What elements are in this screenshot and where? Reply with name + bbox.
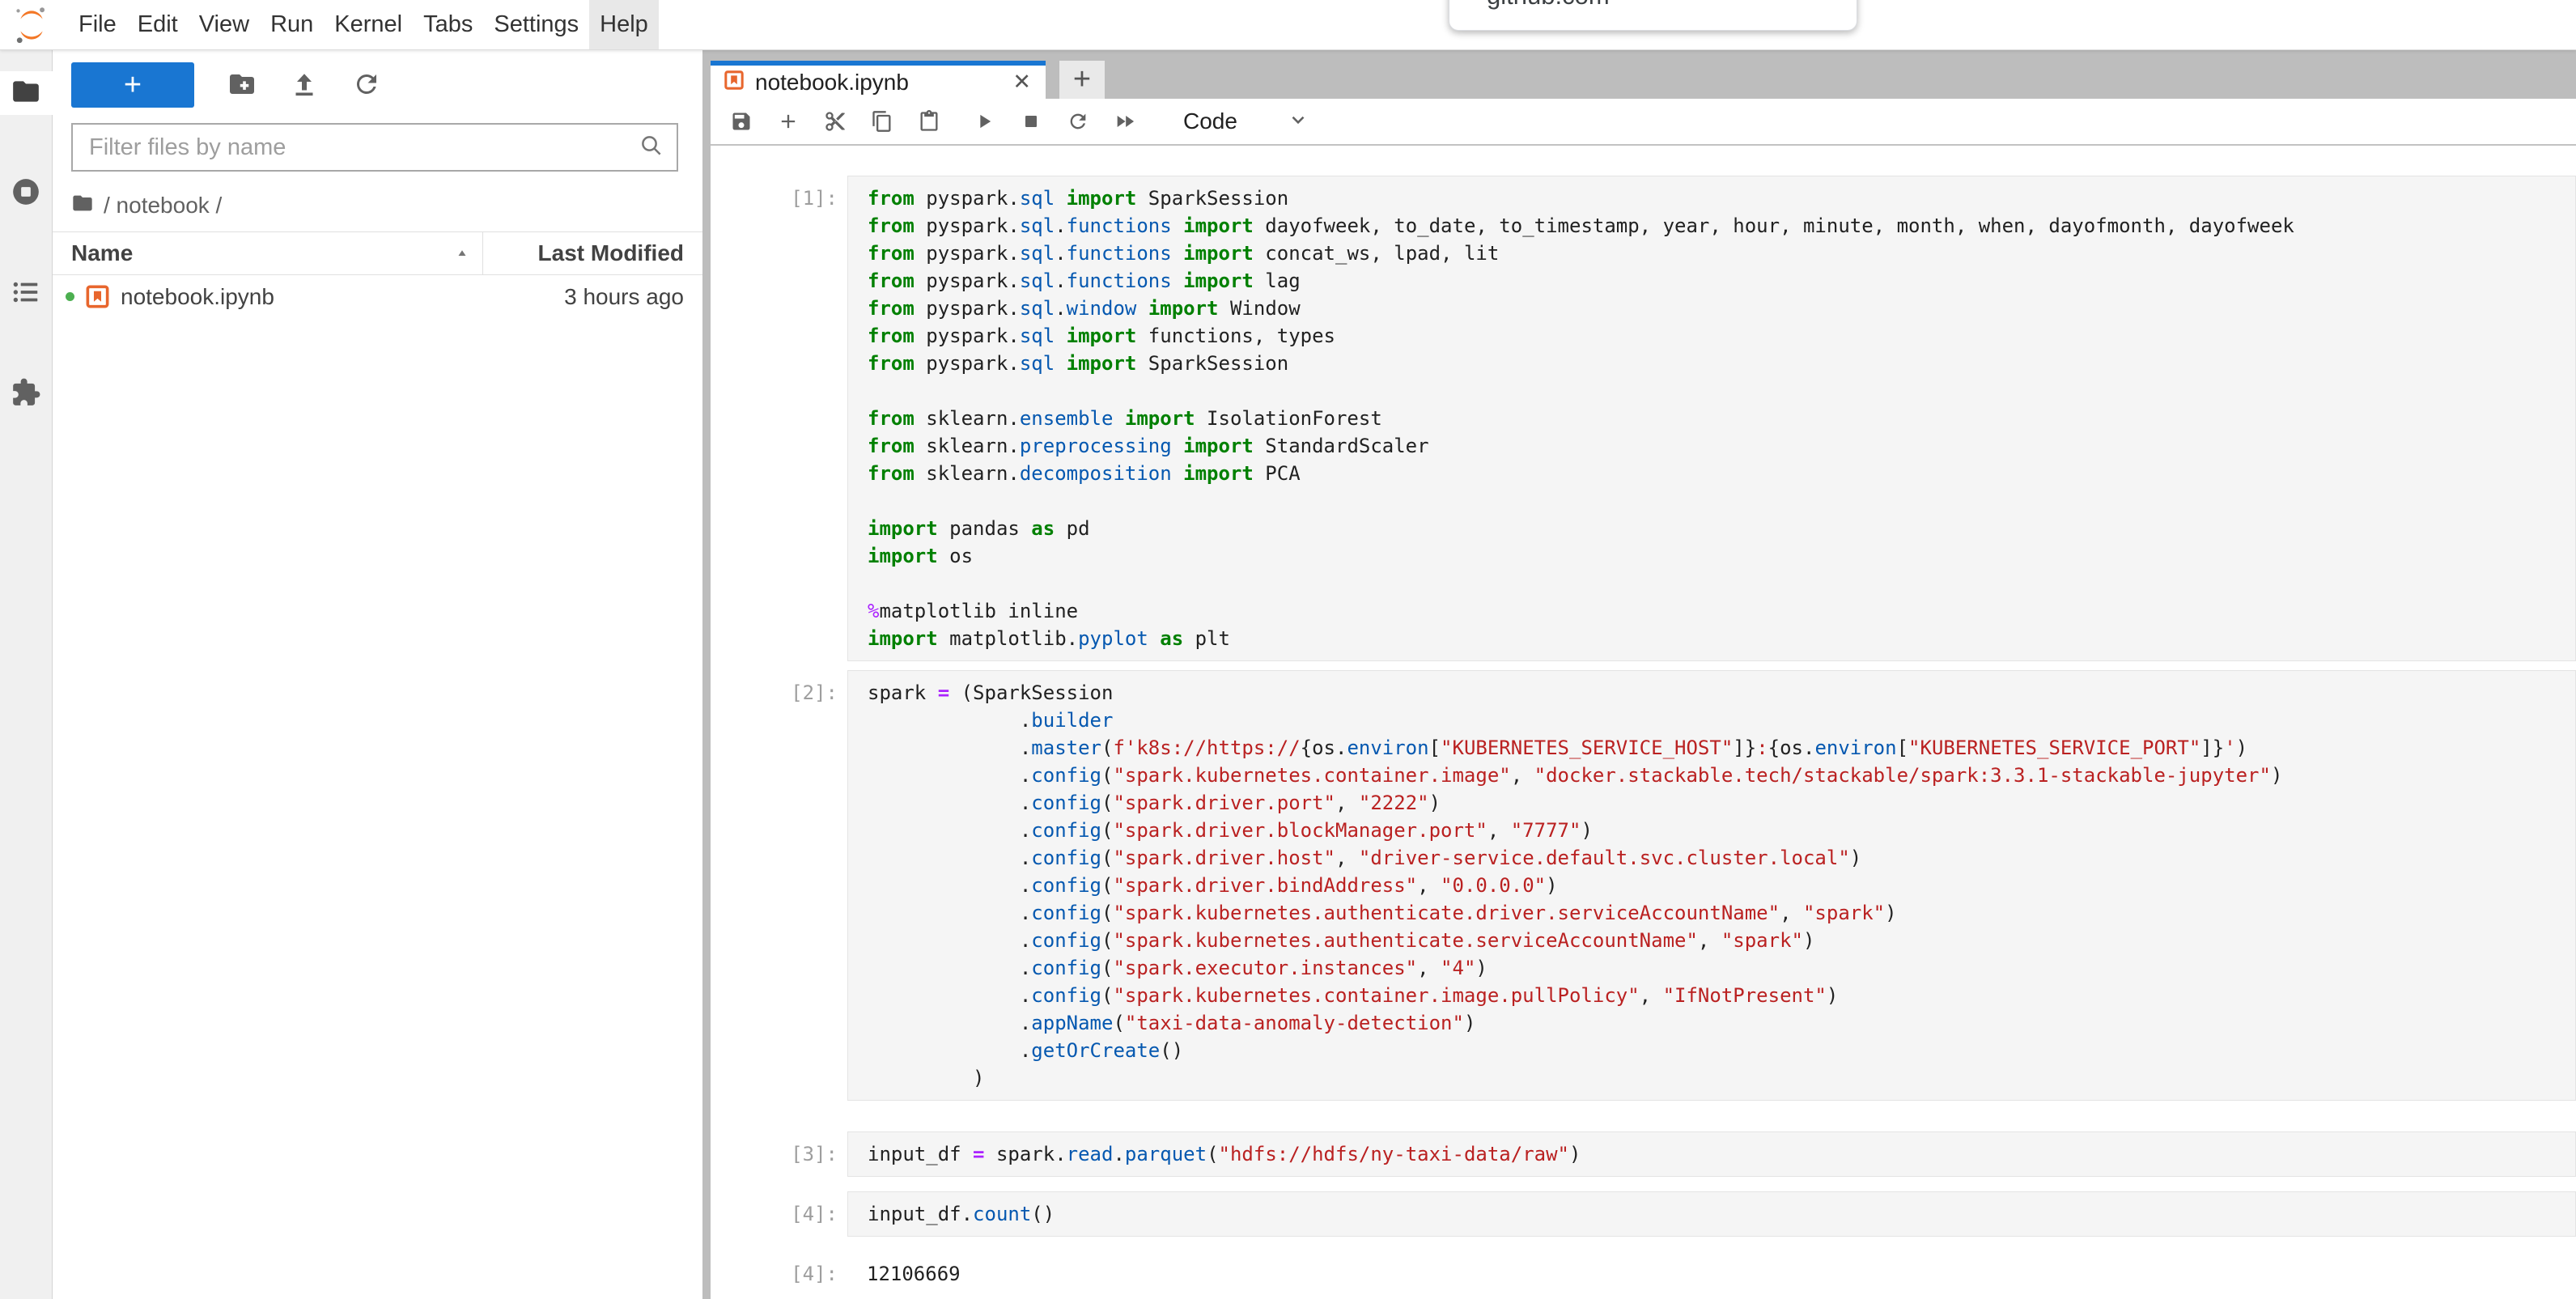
add-cell-button[interactable]: [777, 110, 800, 133]
sidebar-tab-file-browser[interactable]: [0, 71, 53, 115]
cut-cells-button[interactable]: [824, 110, 847, 133]
file-browser-panel: + Filter files by name / notebook /: [53, 50, 702, 1299]
menu-settings[interactable]: Settings: [483, 0, 589, 49]
chevron-down-icon: [1288, 109, 1309, 134]
run-all-button[interactable]: [1114, 110, 1136, 133]
left-activity-bar: [0, 50, 53, 1299]
upload-button[interactable]: [290, 69, 319, 101]
cell-output-text: 12106669: [847, 1251, 2576, 1288]
menu-file[interactable]: File: [68, 0, 127, 49]
restart-icon: [1067, 110, 1089, 133]
cell-prompt: [2]:: [711, 670, 847, 1101]
browser-popup: github.com: [1449, 0, 1857, 31]
file-last-modified: 3 hours ago: [564, 284, 684, 310]
restart-kernel-button[interactable]: [1067, 110, 1089, 133]
stop-circle-icon: [11, 176, 41, 211]
panel-resize-handle[interactable]: [702, 50, 711, 1299]
clipboard-icon: [918, 110, 940, 133]
save-button[interactable]: [730, 110, 753, 133]
scissors-icon: [824, 110, 847, 133]
jupyterlab-app: File Edit View Run Kernel Tabs Settings …: [0, 0, 2576, 1299]
toc-icon: [11, 277, 41, 312]
menu-items: File Edit View Run Kernel Tabs Settings …: [68, 0, 659, 49]
file-row-notebook[interactable]: notebook.ipynb 3 hours ago: [53, 275, 702, 318]
jupyter-logo-icon: [11, 5, 52, 45]
dock-panel: notebook.ipynb ✕ + Code: [711, 50, 2576, 1299]
dock-tab-bar: notebook.ipynb ✕ +: [711, 50, 2576, 99]
breadcrumb-path: / notebook /: [104, 193, 222, 219]
column-header-last-modified[interactable]: Last Modified: [483, 232, 702, 274]
notebook-icon: [85, 284, 110, 309]
main-shell: + Filter files by name / notebook /: [0, 50, 2576, 1299]
menu-tabs[interactable]: Tabs: [413, 0, 483, 49]
menu-run[interactable]: Run: [260, 0, 324, 49]
column-header-name[interactable]: Name: [53, 232, 483, 274]
notebook-content: [1]:from pyspark.sql import SparkSession…: [711, 146, 2576, 1299]
kernel-running-dot: [66, 292, 74, 301]
sort-ascending-icon: [455, 240, 469, 266]
cell-editor[interactable]: input_df.count(): [847, 1191, 2576, 1237]
cell-editor[interactable]: spark = (SparkSession .builder .master(f…: [847, 670, 2576, 1101]
notebook-toolbar: Code: [711, 99, 2576, 146]
menu-kernel[interactable]: Kernel: [324, 0, 413, 49]
refresh-icon: [352, 89, 381, 101]
filter-files-input[interactable]: Filter files by name: [71, 123, 678, 172]
upload-icon: [290, 89, 319, 101]
cell-type-value: Code: [1183, 108, 1237, 134]
new-folder-button[interactable]: [227, 69, 257, 101]
folder-icon: [11, 76, 41, 111]
output-cell: [4]:12106669: [711, 1251, 2576, 1288]
tab-label: notebook.ipynb: [755, 70, 1002, 96]
code-cell: [3]:input_df = spark.read.parquet("hdfs:…: [711, 1131, 2576, 1177]
cell-editor[interactable]: input_df = spark.read.parquet("hdfs://hd…: [847, 1131, 2576, 1177]
sidebar-tab-running-sessions[interactable]: [0, 172, 53, 215]
interrupt-kernel-button[interactable]: [1020, 110, 1042, 133]
refresh-button[interactable]: [352, 69, 381, 101]
copy-icon: [871, 110, 893, 133]
menu-edit[interactable]: Edit: [127, 0, 189, 49]
file-name: notebook.ipynb: [121, 284, 564, 310]
paste-cells-button[interactable]: [918, 110, 940, 133]
file-listing-header: Name Last Modified: [53, 231, 702, 275]
tab-notebook[interactable]: notebook.ipynb ✕: [711, 61, 1046, 99]
notebook-icon: [724, 70, 745, 95]
new-launcher-button[interactable]: +: [71, 62, 194, 108]
filter-placeholder: Filter files by name: [89, 134, 639, 161]
sidebar-tab-table-of-contents[interactable]: [0, 272, 53, 316]
copy-cells-button[interactable]: [871, 110, 893, 133]
cell-prompt: [4]:: [711, 1251, 847, 1288]
menu-view[interactable]: View: [189, 0, 260, 49]
folder-plus-icon: [227, 89, 257, 101]
menu-help[interactable]: Help: [589, 0, 659, 49]
new-tab-button[interactable]: +: [1059, 61, 1105, 99]
code-cell: [4]:input_df.count(): [711, 1191, 2576, 1237]
cell-prompt: [3]:: [711, 1131, 847, 1177]
cell-type-dropdown[interactable]: Code: [1183, 108, 1309, 134]
popup-site-label: github.com: [1487, 0, 1610, 11]
fast-forward-icon: [1114, 110, 1136, 133]
search-icon: [639, 134, 664, 162]
run-icon: [973, 110, 995, 133]
menu-bar: File Edit View Run Kernel Tabs Settings …: [0, 0, 2576, 50]
sidebar-tab-extension-manager[interactable]: [0, 372, 53, 416]
home-folder-icon: [71, 192, 94, 220]
tab-close-icon[interactable]: ✕: [1012, 70, 1031, 95]
file-browser-toolbar: +: [71, 61, 702, 109]
code-cell: [1]:from pyspark.sql import SparkSession…: [711, 176, 2576, 661]
breadcrumb[interactable]: / notebook /: [71, 189, 702, 222]
plus-icon: [777, 110, 800, 133]
cell-prompt: [4]:: [711, 1191, 847, 1237]
cell-editor[interactable]: from pyspark.sql import SparkSessionfrom…: [847, 176, 2576, 661]
run-cell-button[interactable]: [973, 110, 995, 133]
puzzle-icon: [11, 377, 41, 412]
cell-prompt: [1]:: [711, 176, 847, 661]
save-icon: [730, 110, 753, 133]
stop-icon: [1020, 110, 1042, 133]
code-cell: [2]:spark = (SparkSession .builder .mast…: [711, 670, 2576, 1101]
